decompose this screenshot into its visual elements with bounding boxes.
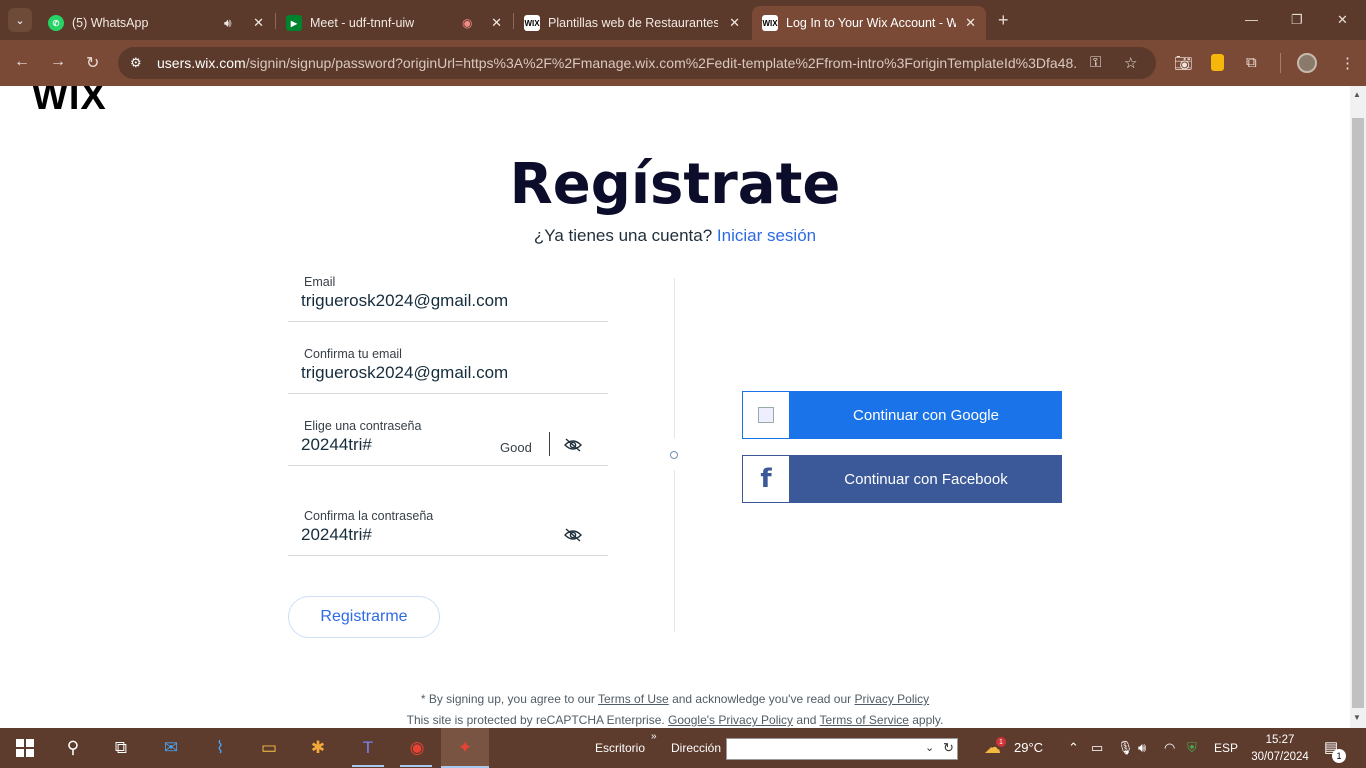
google-meet-icon: ▶ (286, 15, 302, 31)
language-indicator[interactable]: ESP (1214, 741, 1238, 755)
google-signin-button[interactable]: Continuar con Google (742, 391, 1062, 439)
page-content: WIX Regístrate ¿Ya tienes una cuenta? In… (0, 86, 1350, 728)
tab-whatsapp[interactable]: ✆ (5) WhatsApp 🔊︎ ✕ (38, 6, 274, 40)
tab-plantillas[interactable]: WIX Plantillas web de Restaurantes y ✕ (514, 6, 750, 40)
terms-of-use-link[interactable]: Terms of Use (598, 692, 669, 706)
stocks-icon[interactable]: ⌇ (207, 736, 233, 760)
reload-button[interactable]: ↻ (86, 53, 99, 73)
scroll-down-arrow[interactable]: ▼ (1353, 713, 1361, 722)
password-field[interactable]: Elige una contraseña Good (288, 416, 608, 466)
chrome-icon[interactable]: ◉ (404, 736, 430, 760)
legal-text-line-1: * By signing up, you agree to our Terms … (420, 692, 930, 706)
restore-button[interactable]: ❐ (1291, 12, 1303, 28)
wifi-icon[interactable]: ◠ (1164, 740, 1175, 756)
extensions-puzzle-icon[interactable]: ⧉ (1246, 54, 1257, 71)
hide-password-icon[interactable] (564, 438, 582, 456)
close-icon[interactable]: ✕ (253, 15, 264, 31)
chevron-down-icon[interactable]: ⌄ (925, 741, 934, 754)
camera-icon[interactable]: 📷︎ (1174, 54, 1193, 72)
wix-icon: WIX (524, 15, 540, 31)
address-label: Dirección (671, 741, 722, 755)
wix-logo[interactable]: WIX (32, 86, 107, 119)
close-icon[interactable]: ✕ (491, 15, 502, 31)
hide-password-icon[interactable] (564, 528, 582, 546)
weather-badge: 1 (996, 737, 1006, 747)
task-view-icon[interactable]: ⧉ (108, 736, 134, 760)
page-title: Regístrate (509, 152, 841, 217)
close-icon[interactable]: ✕ (729, 15, 740, 31)
confirm-email-field[interactable]: Confirma tu email (288, 344, 608, 394)
email-field[interactable]: Email (288, 272, 608, 322)
active-app-icon[interactable]: ✦ (452, 736, 478, 760)
tab-search-button[interactable]: ⌄ (8, 8, 32, 32)
tab-wix-login[interactable]: WIX Log In to Your Wix Account - W ✕ (752, 6, 986, 40)
url-text[interactable]: users.wix.com/signin/signup/password?ori… (157, 55, 1077, 71)
system-clock[interactable]: 15:27 30/07/2024 (1250, 732, 1310, 766)
desktop-label[interactable]: Escritorio (595, 741, 645, 755)
close-icon[interactable]: ✕ (965, 15, 976, 31)
profile-avatar[interactable] (1297, 53, 1317, 73)
scroll-up-arrow[interactable]: ▲ (1353, 90, 1361, 99)
register-button[interactable]: Registrarme (288, 596, 440, 638)
running-indicator (352, 765, 384, 767)
windows-start-icon[interactable] (12, 736, 38, 760)
privacy-policy-link[interactable]: Privacy Policy (854, 692, 929, 706)
password-input[interactable] (301, 435, 491, 455)
scrollbar-thumb[interactable] (1352, 118, 1364, 708)
legal-text-line-2: This site is protected by reCAPTCHA Ente… (406, 713, 944, 727)
teams-icon[interactable]: T (355, 736, 381, 760)
toolbar-separator (1280, 53, 1281, 73)
confirm-password-input[interactable] (301, 525, 541, 545)
volume-icon[interactable]: 🔊︎ (1138, 740, 1146, 756)
tab-meet[interactable]: ▶ Meet - udf-tnnf-uiw ◉ ✕ (276, 6, 512, 40)
google-privacy-link[interactable]: Google's Privacy Policy (668, 713, 793, 727)
refresh-icon[interactable]: ↻ (943, 740, 954, 756)
notification-badge: 1 (1332, 749, 1346, 763)
login-link[interactable]: Iniciar sesión (717, 226, 816, 245)
battery-icon[interactable]: ▭ (1091, 740, 1103, 756)
forward-button[interactable]: → (50, 53, 66, 71)
password-key-icon[interactable]: ⚿ (1090, 54, 1101, 71)
facebook-icon: f (742, 455, 790, 503)
extension-icon[interactable] (1211, 54, 1224, 71)
divider (674, 470, 675, 632)
terms-of-service-link[interactable]: Terms of Service (820, 713, 909, 727)
divider (674, 278, 675, 438)
app-icon[interactable]: ✱ (305, 736, 331, 760)
file-explorer-icon[interactable]: ▭ (256, 736, 282, 760)
microphone-icon[interactable]: 🎙︎ (1117, 740, 1134, 756)
confirm-email-input[interactable] (301, 363, 581, 383)
recording-icon: ◉ (462, 16, 473, 30)
login-prompt: ¿Ya tienes una cuenta? Iniciar sesión (533, 226, 817, 245)
facebook-signin-button[interactable]: f Continuar con Facebook (742, 455, 1062, 503)
whatsapp-icon: ✆ (48, 15, 64, 31)
running-indicator (400, 765, 432, 767)
menu-dots-icon[interactable]: ⋮ (1340, 54, 1355, 72)
speaker-icon[interactable]: 🔊︎ (224, 16, 232, 31)
search-icon[interactable]: ⚲ (60, 736, 86, 760)
temperature[interactable]: 29°C (1014, 740, 1043, 755)
new-tab-button[interactable]: + (998, 10, 1009, 31)
chevron-up-icon[interactable]: ⌃ (1068, 740, 1079, 756)
bookmark-star-icon[interactable]: ☆ (1124, 54, 1137, 72)
close-window-button[interactable]: ✕ (1337, 12, 1348, 28)
mail-icon[interactable]: ✉ (158, 736, 184, 760)
security-shield-icon[interactable]: ⛨ (1187, 740, 1197, 756)
minimize-button[interactable]: — (1245, 12, 1258, 27)
confirm-password-field[interactable]: Confirma la contraseña (288, 506, 608, 556)
address-toolbar-input[interactable] (726, 738, 958, 760)
wix-icon: WIX (762, 15, 778, 31)
google-icon (742, 391, 790, 439)
strength-divider (549, 432, 550, 456)
divider-dot (670, 451, 678, 459)
chevron-icon[interactable]: » (651, 731, 657, 742)
site-info-icon[interactable]: ⚙ (130, 55, 142, 71)
password-strength: Good (500, 440, 532, 455)
email-input[interactable] (301, 291, 581, 311)
back-button[interactable]: ← (14, 53, 30, 71)
